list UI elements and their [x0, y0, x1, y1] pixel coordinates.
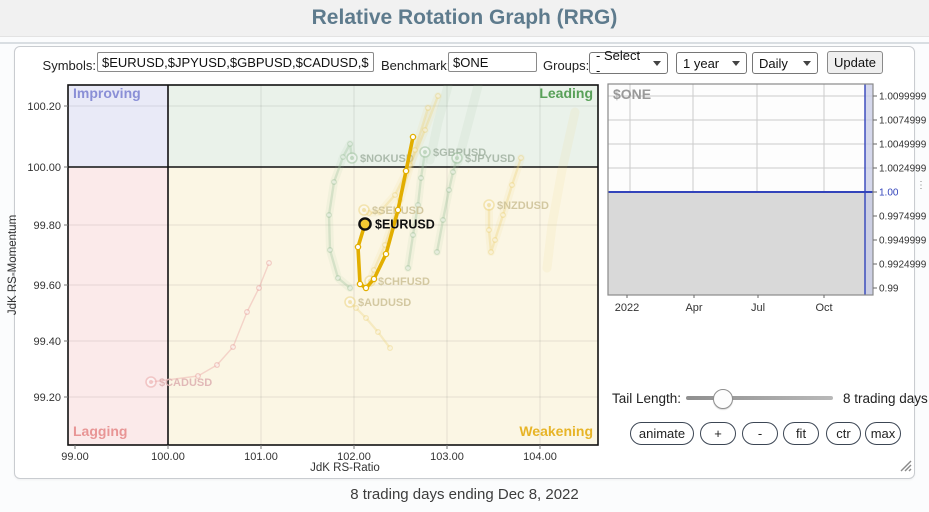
period-select-value: 1 year	[683, 56, 719, 71]
price-y-tick: 1.0049999	[879, 140, 927, 151]
groups-select[interactable]: - Select -	[589, 52, 668, 74]
symbols-label: Symbols:	[40, 58, 96, 73]
chevron-down-icon	[732, 61, 740, 66]
chevron-down-icon	[803, 61, 811, 66]
price-y-tick: 0.99	[879, 284, 899, 295]
period-select[interactable]: 1 year	[676, 52, 747, 74]
groups-select-value: - Select -	[596, 48, 647, 78]
benchmark-title: $ONE	[613, 86, 651, 102]
center-button[interactable]: ctr	[826, 422, 861, 445]
frequency-select-value: Daily	[759, 56, 788, 71]
price-y-tick: 0.9974999	[879, 212, 927, 223]
chevron-down-icon	[653, 61, 661, 66]
benchmark-input[interactable]	[448, 52, 537, 72]
rrg-app: { "header": { "title": "Relative Rotatio…	[0, 0, 929, 512]
price-y-tick: 1.0024999	[879, 164, 927, 175]
price-y-tick: 1.0099999	[879, 92, 927, 103]
price-x-tick: Apr	[685, 302, 702, 314]
price-y-tick: 0.9924999	[879, 260, 927, 271]
max-button[interactable]: max	[865, 422, 901, 445]
price-chart-menu-icon[interactable]: ⋮	[916, 183, 926, 189]
tail-length-label: Tail Length:	[612, 391, 681, 406]
tail-length-slider-track[interactable]	[686, 396, 833, 400]
price-x-tick: Oct	[815, 302, 832, 314]
fit-button[interactable]: fit	[783, 422, 819, 445]
price-x-tick: Jul	[751, 302, 765, 314]
symbols-input[interactable]	[97, 52, 374, 72]
tail-length-slider-handle[interactable]	[713, 389, 733, 409]
animate-button[interactable]: animate	[630, 422, 694, 445]
frequency-select[interactable]: Daily	[752, 52, 818, 74]
groups-label: Groups:	[543, 58, 589, 73]
zoom-in-button[interactable]: +	[700, 422, 736, 445]
zoom-out-button[interactable]: -	[742, 422, 778, 445]
price-area-fill	[608, 192, 873, 295]
price-x-tick: 2022	[615, 302, 639, 314]
price-y-tick: 0.9949999	[879, 236, 927, 247]
price-y-tick: 1.0074999	[879, 116, 927, 127]
price-y-tick: 1.00	[879, 188, 899, 199]
chart-caption: 8 trading days ending Dec 8, 2022	[0, 486, 929, 503]
update-button[interactable]: Update	[827, 51, 883, 74]
tail-length-value: 8 trading days	[843, 391, 928, 406]
resize-grip-icon[interactable]	[897, 457, 913, 473]
benchmark-label: Benchmark:	[381, 58, 450, 73]
